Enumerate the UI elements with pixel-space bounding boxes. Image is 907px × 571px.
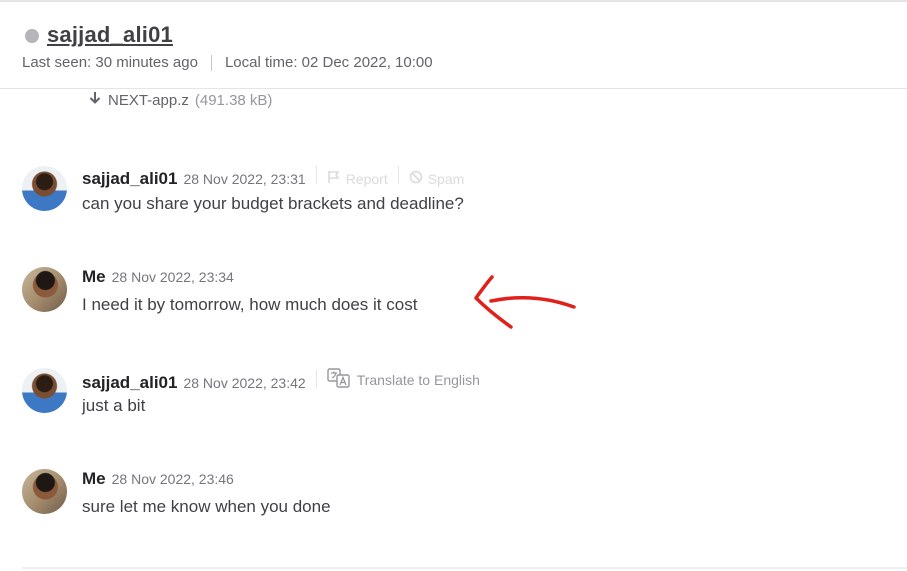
- flag-icon: [327, 170, 341, 187]
- contact-username-link[interactable]: sajjad_ali01: [47, 22, 173, 48]
- contact-meta: Last seen: 30 minutes ago Local time: 02…: [22, 54, 433, 71]
- message-item: Me 28 Nov 2022, 23:46 sure let me know w…: [22, 469, 882, 529]
- sender-name: Me: [82, 469, 106, 488]
- attachment-file-size: (491.38 kB): [194, 91, 273, 109]
- message-text: just a bit: [82, 396, 146, 415]
- translate-label: Translate to English: [356, 371, 480, 388]
- report-label: Report: [345, 170, 388, 187]
- message-text: sure let me know when you done: [82, 497, 331, 516]
- sender-name: Me: [82, 267, 106, 286]
- message-item: Me 28 Nov 2022, 23:34 I need it by tomor…: [22, 267, 882, 327]
- message-time: 28 Nov 2022, 23:42: [183, 375, 306, 391]
- annotation-arrow-icon: [474, 275, 576, 329]
- avatar[interactable]: [22, 166, 67, 211]
- translate-icon: [326, 368, 351, 391]
- message-header: Me 28 Nov 2022, 23:46: [82, 469, 234, 489]
- last-seen-text: Last seen: 30 minutes ago: [22, 54, 198, 71]
- message-time: 28 Nov 2022, 23:31: [183, 171, 306, 187]
- attachment-file-name: NEXT-app.z: [108, 91, 189, 109]
- attachment-link[interactable]: NEXT-app.z (491.38 kB): [88, 91, 272, 109]
- sender-name[interactable]: sajjad_ali01: [82, 373, 177, 393]
- avatar[interactable]: [22, 469, 67, 514]
- message-time: 28 Nov 2022, 23:34: [111, 269, 234, 285]
- spam-button[interactable]: Spam: [409, 170, 465, 187]
- report-button[interactable]: Report: [327, 170, 388, 187]
- conversation-header: sajjad_ali01 Last seen: 30 minutes ago L…: [0, 2, 907, 89]
- action-divider: [315, 166, 317, 184]
- message-header: sajjad_ali01 28 Nov 2022, 23:42 Translat…: [82, 368, 480, 393]
- translate-button[interactable]: Translate to English: [326, 368, 480, 391]
- spam-icon: [409, 170, 423, 187]
- meta-divider: [210, 54, 212, 71]
- sender-name[interactable]: sajjad_ali01: [82, 169, 177, 189]
- bottom-divider: [22, 567, 907, 569]
- action-divider: [315, 370, 317, 388]
- download-icon: [88, 91, 102, 109]
- message-item: sajjad_ali01 28 Nov 2022, 23:42 Translat…: [22, 368, 882, 428]
- message-header: Me 28 Nov 2022, 23:34: [82, 267, 234, 287]
- spam-label: Spam: [427, 170, 465, 187]
- message-header: sajjad_ali01 28 Nov 2022, 23:31 Report S…: [82, 166, 464, 189]
- message-item: sajjad_ali01 28 Nov 2022, 23:31 Report S…: [22, 166, 882, 226]
- message-text: can you share your budget brackets and d…: [82, 194, 464, 213]
- message-text: I need it by tomorrow, how much does it …: [82, 295, 418, 314]
- avatar[interactable]: [22, 368, 67, 413]
- action-divider: [397, 166, 399, 184]
- message-time: 28 Nov 2022, 23:46: [111, 471, 234, 487]
- avatar[interactable]: [22, 267, 67, 312]
- local-time-text: Local time: 02 Dec 2022, 10:00: [224, 54, 433, 71]
- status-dot: [25, 29, 39, 43]
